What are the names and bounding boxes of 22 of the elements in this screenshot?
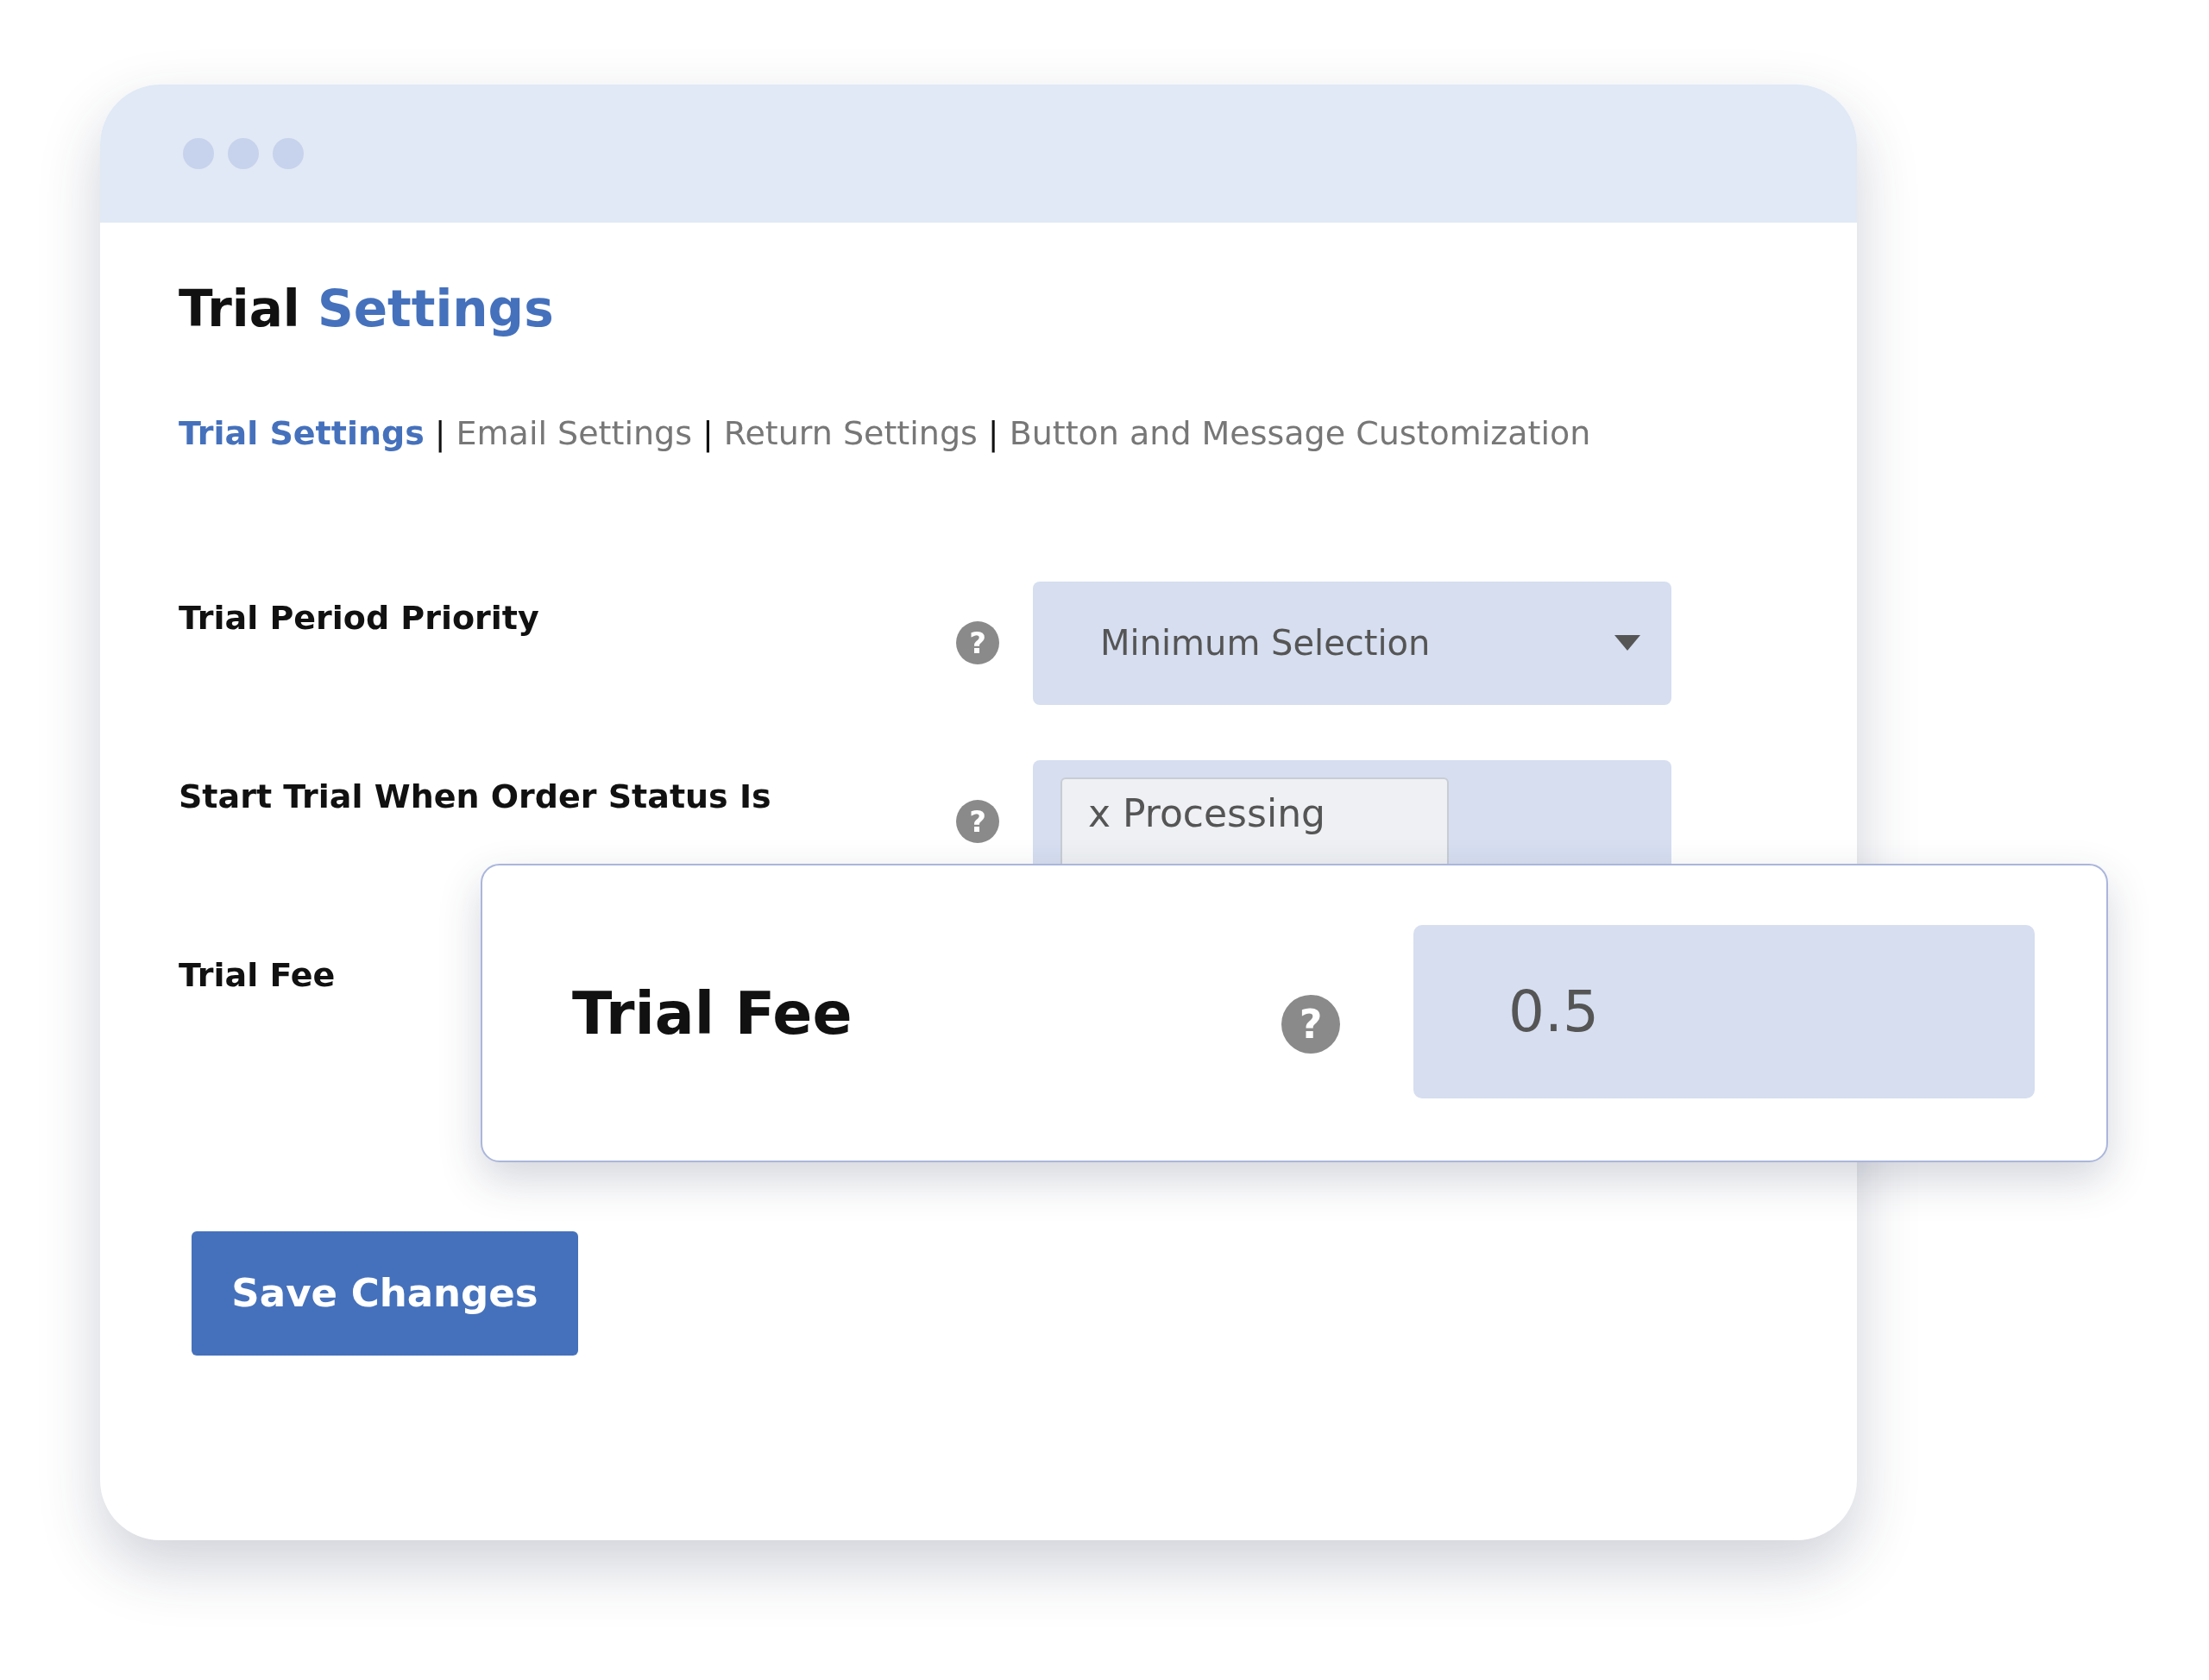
help-icon[interactable]: ? (956, 800, 999, 844)
window-dot[interactable] (228, 138, 259, 169)
help-icon[interactable]: ? (956, 621, 999, 665)
separator: | (987, 413, 999, 452)
window-dot[interactable] (183, 138, 214, 169)
page-title: Trial Settings (179, 280, 555, 340)
caret-icon (1614, 635, 1640, 651)
tab[interactable]: Email Settings (456, 413, 692, 452)
field-label: Trial Period Priority (179, 597, 540, 637)
input-field[interactable]: 0.5 (1413, 924, 2035, 1098)
field-label: Trial Fee (572, 978, 853, 1048)
tab[interactable]: Trial Settings (179, 413, 425, 452)
dropdown[interactable]: Minimum Selection (1033, 581, 1671, 705)
field-label: Start Trial When Order Status Is (179, 776, 772, 815)
separator: | (434, 413, 446, 452)
separator: | (702, 413, 714, 452)
window-dot[interactable] (273, 138, 304, 169)
save-button[interactable]: Save Changes (192, 1230, 578, 1356)
tab[interactable]: Button and Message Customization (1009, 413, 1591, 452)
tab[interactable]: Return Settings (723, 413, 978, 452)
help-icon[interactable]: ? (1281, 995, 1340, 1054)
field-label: Trial Fee (179, 954, 337, 994)
